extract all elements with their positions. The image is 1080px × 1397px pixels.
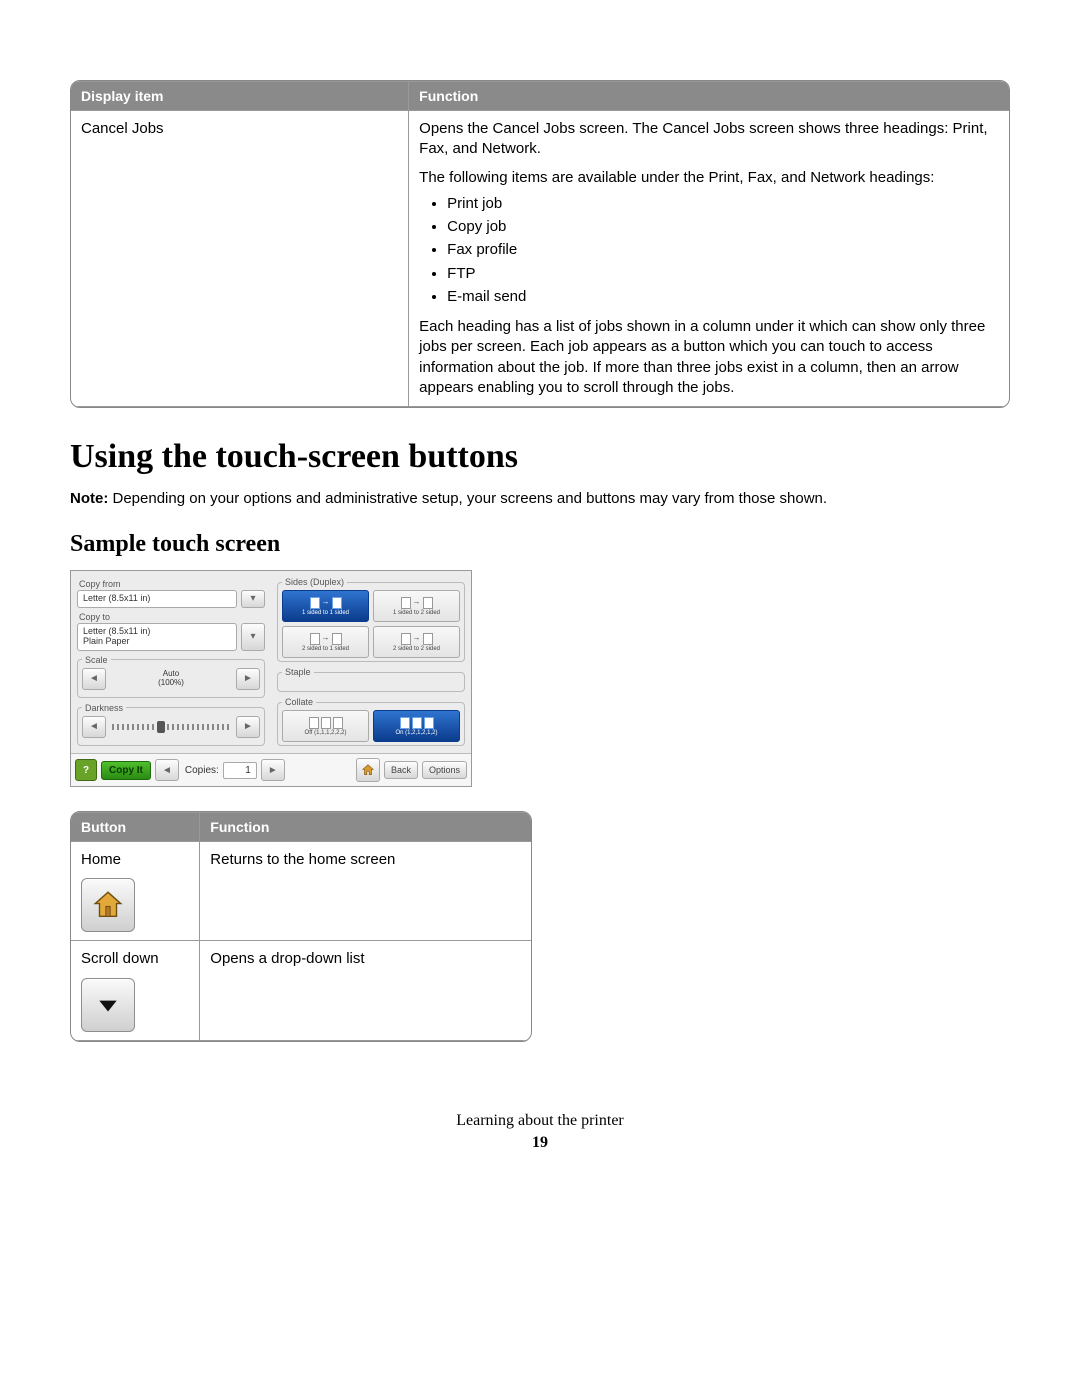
table1-cell-function: Opens the Cancel Jobs screen. The Cancel… [409,111,1009,407]
scale-value: Auto (100%) [110,670,232,688]
table2-header-button: Button [71,813,200,842]
table1-function-bullets: Print job Copy job Fax profile FTP E-mai… [419,194,999,307]
arrow-left-icon[interactable]: ◄ [82,716,106,738]
collate-label: Collate [282,697,316,707]
page-footer: Learning about the printer 19 [70,1112,1010,1152]
home-icon [81,878,135,932]
table2-function: Opens a drop-down list [200,941,531,1040]
bullet-item: E-mail send [447,287,999,307]
button-function-table: Button Function Home Returns to the home… [70,811,532,1042]
heading-using-touch-screen: Using the touch-screen buttons [70,438,1010,476]
note-label: Note: [70,490,108,507]
copy-from-label: Copy from [79,579,265,589]
copies-field[interactable]: 1 [223,762,257,779]
copy-to-value[interactable]: Letter (8.5x11 in) Plain Paper [77,623,237,651]
sample-touch-screen-image: Copy from Letter (8.5x11 in) ▾ Copy to L… [70,570,1010,787]
copies-label: Copies: [185,765,219,776]
arrow-right-icon[interactable]: ► [236,716,260,738]
options-button[interactable]: Options [422,761,467,779]
arrow-right-icon[interactable]: ► [236,668,260,690]
chevron-down-icon[interactable]: ▾ [241,623,265,651]
darkness-slider[interactable] [112,724,230,730]
home-icon[interactable] [356,758,380,782]
help-icon[interactable]: ? [75,759,97,781]
back-button[interactable]: Back [384,761,418,779]
table1-cell-display-item: Cancel Jobs [71,111,409,407]
sides-label: Sides (Duplex) [282,577,347,587]
staple-label: Staple [282,667,314,677]
arrow-left-icon[interactable]: ◄ [82,668,106,690]
footer-section-title: Learning about the printer [70,1112,1010,1130]
scale-label: Scale [82,655,111,665]
sides-option[interactable]: →1 sided to 1 sided [282,590,369,622]
copy-it-button[interactable]: Copy It [101,761,151,780]
sides-option[interactable]: →2 sided to 1 sided [282,626,369,658]
collate-option[interactable]: Off (1,1,1,2,2,2) [282,710,369,742]
copy-to-label: Copy to [79,612,265,622]
arrow-right-icon[interactable]: ► [261,759,285,781]
note-paragraph: Note: Depending on your options and admi… [70,490,1010,507]
bullet-item: Print job [447,194,999,214]
table1-header-function: Function [409,82,1009,111]
chevron-down-icon[interactable]: ▾ [241,590,265,608]
sides-option[interactable]: →1 sided to 2 sided [373,590,460,622]
table1-header-display-item: Display item [71,82,409,111]
table1-function-p2: The following items are available under … [419,168,999,188]
table2-header-function: Function [200,813,531,842]
table2-button-name: Scroll down [81,949,189,969]
arrow-left-icon[interactable]: ◄ [155,759,179,781]
sides-option[interactable]: →2 sided to 2 sided [373,626,460,658]
display-item-table: Display item Function Cancel Jobs Opens … [70,80,1010,408]
scroll-down-icon [81,978,135,1032]
note-text: Depending on your options and administra… [108,490,827,507]
footer-page-number: 19 [70,1134,1010,1152]
heading-sample-touch-screen: Sample touch screen [70,531,1010,558]
table1-function-p3: Each heading has a list of jobs shown in… [419,317,999,398]
copy-from-value[interactable]: Letter (8.5x11 in) [77,590,237,608]
bullet-item: Fax profile [447,240,999,260]
collate-option[interactable]: On (1,2,1,2,1,2) [373,710,460,742]
bullet-item: FTP [447,264,999,284]
table2-function: Returns to the home screen [200,842,531,941]
table2-button-name: Home [81,850,189,870]
table1-function-p1: Opens the Cancel Jobs screen. The Cancel… [419,119,999,160]
table-row: Scroll down Opens a drop-down list [71,941,531,1040]
bullet-item: Copy job [447,217,999,237]
table-row: Home Returns to the home screen [71,842,531,941]
darkness-label: Darkness [82,703,126,713]
